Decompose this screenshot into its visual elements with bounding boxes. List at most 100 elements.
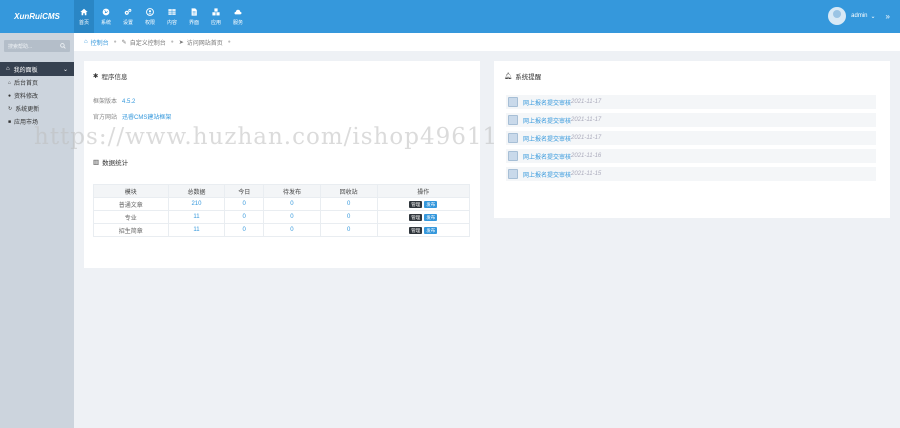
cell-today[interactable]: 0 <box>224 210 265 224</box>
cell-recycle[interactable]: 0 <box>319 197 378 211</box>
col-recycle: 回收站 <box>319 184 378 198</box>
system-notices-title-text: 系统提醒 <box>515 74 542 81</box>
notice-icon <box>508 169 518 179</box>
search-placeholder: 搜索帮助... <box>8 43 33 50</box>
col-pending: 待发布 <box>263 184 321 198</box>
notice-text: 网上报名提交审核 <box>523 172 572 179</box>
list-item[interactable]: 网上报名提交审核 2021-11-17 <box>506 113 876 127</box>
nav-permissions[interactable]: 权限 <box>140 0 160 33</box>
nav-label: 设置 <box>122 19 133 26</box>
cogs-icon <box>124 8 132 15</box>
cell-today[interactable]: 0 <box>224 223 265 237</box>
notice-text: 网上报名提交审核 <box>523 136 572 143</box>
nav-system[interactable]: 系统 <box>96 0 116 33</box>
publish-button[interactable]: 发布 <box>424 200 438 208</box>
notice-icon <box>508 151 518 161</box>
manage-button[interactable]: 管理 <box>409 213 423 221</box>
cell-pending[interactable]: 0 <box>263 197 321 211</box>
cell-total[interactable]: 11 <box>167 210 226 224</box>
edit-icon: ✎ <box>121 39 127 46</box>
cell-pending[interactable]: 0 <box>263 223 321 237</box>
app-logo[interactable]: XunRuiCMS <box>0 0 74 33</box>
stats-title: ▥ 数据统计 <box>93 157 128 167</box>
notice-text: 网上报名提交审核 <box>523 118 572 125</box>
cell-module: 普通文章 <box>93 197 169 211</box>
cell-total[interactable]: 11 <box>167 223 226 237</box>
breadcrumb-console[interactable]: ⌂ 控制台 ● <box>84 38 117 47</box>
nav-label: 系统 <box>100 19 111 26</box>
user-icon: ● <box>8 92 12 99</box>
publish-button[interactable]: 发布 <box>424 226 438 234</box>
sidebar-item-update[interactable]: ↻ 系统更新 <box>0 102 74 115</box>
cell-actions: 管理 发布 <box>376 197 471 211</box>
nav-label: 界面 <box>188 19 199 26</box>
top-nav: 首页 系统 设置 权限 内容 界面 应用 服务 <box>74 0 250 33</box>
breadcrumb-custom-console[interactable]: ✎ 自定义控制台 ● <box>122 38 174 47</box>
nav-content[interactable]: 内容 <box>162 0 182 33</box>
double-chevron-right-icon[interactable]: » <box>886 12 890 21</box>
notice-date: 2021-11-15 <box>571 171 602 177</box>
sidebar-item-label: 后台首页 <box>14 81 39 87</box>
nav-home[interactable]: 首页 <box>74 0 94 33</box>
cell-recycle[interactable]: 0 <box>319 210 378 224</box>
search-icon[interactable] <box>60 43 66 49</box>
nav-label: 首页 <box>78 19 89 26</box>
gear-icon: ✱ <box>93 73 99 80</box>
program-info-title-text: 程序信息 <box>101 74 128 81</box>
nav-service[interactable]: 服务 <box>228 0 248 33</box>
notice-date: 2021-11-17 <box>571 99 602 105</box>
nav-settings[interactable]: 设置 <box>118 0 138 33</box>
col-actions: 操作 <box>376 184 471 198</box>
avatar[interactable] <box>828 7 847 25</box>
nav-label: 服务 <box>232 19 243 26</box>
user-menu[interactable]: admin ⌄ » <box>828 7 890 25</box>
sidebar-menu: ⌂ 我的面板 ⌄ ⌂ 后台首页 ● 资料修改 ↻ 系统更新 ■ 应用市场 <box>0 62 74 128</box>
breadcrumb-label: 访问网站首页 <box>186 40 223 47</box>
list-item[interactable]: 网上报名提交审核 2021-11-16 <box>506 149 876 163</box>
nav-apps[interactable]: 应用 <box>206 0 226 33</box>
user-circle-icon <box>146 7 154 16</box>
site-row: 官方网站 迅睿CMS建站框架 <box>93 112 171 121</box>
sidebar-item-profile[interactable]: ● 资料修改 <box>0 89 74 102</box>
sidebar-menu-header[interactable]: ⌂ 我的面板 ⌄ <box>0 62 74 76</box>
sidebar-item-dashboard[interactable]: ⌂ 后台首页 <box>0 76 74 89</box>
table-row: 专业 11 0 0 0 管理 发布 <box>93 210 471 224</box>
search-input[interactable]: 搜索帮助... <box>4 40 70 52</box>
breadcrumb-visit-site[interactable]: ➤ 访问网站首页 ● <box>179 38 231 47</box>
col-module: 模块 <box>93 184 169 198</box>
cell-pending[interactable]: 0 <box>263 210 321 224</box>
col-total: 总数据 <box>167 184 226 198</box>
breadcrumb: ⌂ 控制台 ● ✎ 自定义控制台 ● ➤ 访问网站首页 ● <box>74 33 900 51</box>
program-info-title: ✱ 程序信息 <box>93 71 127 81</box>
chevron-down-icon: ⌄ <box>62 66 68 73</box>
home-icon: ⌂ <box>8 79 12 86</box>
nav-label: 权限 <box>144 19 155 26</box>
breadcrumb-label: 控制台 <box>90 40 109 47</box>
manage-button[interactable]: 管理 <box>409 200 423 208</box>
cube-icon: ■ <box>8 118 12 125</box>
manage-button[interactable]: 管理 <box>409 226 423 234</box>
nav-interface[interactable]: 界面 <box>184 0 204 33</box>
cell-module: 招生简章 <box>93 223 169 237</box>
sidebar-item-market[interactable]: ■ 应用市场 <box>0 115 74 128</box>
cell-total[interactable]: 210 <box>167 197 226 211</box>
username: admin <box>851 13 868 19</box>
cell-recycle[interactable]: 0 <box>319 223 378 237</box>
list-item[interactable]: 网上报名提交审核 2021-11-17 <box>506 131 876 145</box>
home-icon: ⌂ <box>6 66 10 72</box>
list-item[interactable]: 网上报名提交审核 2021-11-15 <box>506 167 876 181</box>
publish-button[interactable]: 发布 <box>424 213 438 221</box>
sidebar-item-label: 资料修改 <box>14 94 39 100</box>
home-icon: ⌂ <box>84 39 88 45</box>
notice-text: 网上报名提交审核 <box>523 100 572 107</box>
system-notices-title: 🔔︎ 系统提醒 <box>504 71 541 81</box>
cell-today[interactable]: 0 <box>224 197 265 211</box>
sidebar: 搜索帮助... ⌂ 我的面板 ⌄ ⌂ 后台首页 ● 资料修改 ↻ 系统更新 ■ … <box>0 33 74 428</box>
site-link[interactable]: 迅睿CMS建站框架 <box>122 115 171 121</box>
notice-date: 2021-11-16 <box>571 153 602 159</box>
col-today: 今日 <box>224 184 265 198</box>
separator-dot: ● <box>113 39 117 45</box>
notice-icon <box>508 97 518 107</box>
list-item[interactable]: 网上报名提交审核 2021-11-17 <box>506 95 876 109</box>
cubes-icon <box>212 7 220 15</box>
